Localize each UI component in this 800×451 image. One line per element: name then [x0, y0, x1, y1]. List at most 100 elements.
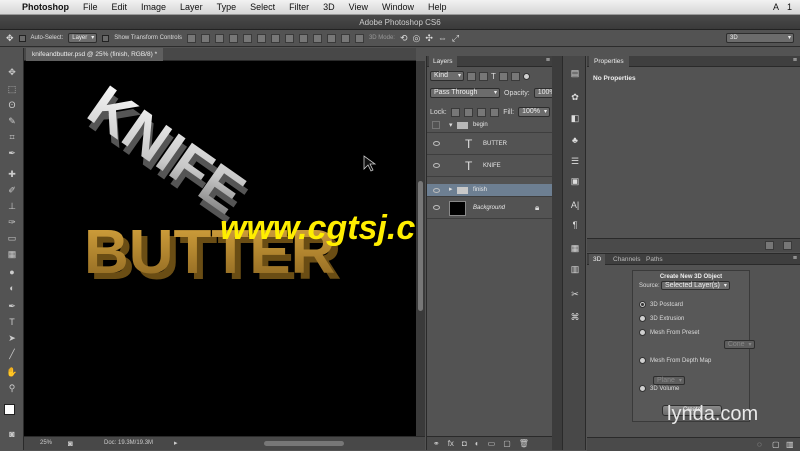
layer-row-finish[interactable]: ▸ finish: [427, 184, 553, 197]
menu-help[interactable]: Help: [421, 2, 454, 12]
visibility-off-icon[interactable]: [432, 121, 440, 129]
auto-select-dropdown[interactable]: Layer: [68, 33, 98, 43]
horizontal-scroll-thumb[interactable]: [264, 441, 344, 446]
canvas-vertical-scrollbar[interactable]: [416, 61, 425, 436]
scale-3d-icon[interactable]: ⤢: [452, 33, 459, 44]
menu-app[interactable]: Photoshop: [15, 2, 76, 12]
transform-controls-checkbox[interactable]: [102, 34, 110, 42]
filter-pixel-icon[interactable]: [467, 71, 476, 81]
menu-layer[interactable]: Layer: [173, 2, 210, 12]
new-group-icon[interactable]: ▭: [488, 439, 496, 448]
collapse-group-icon[interactable]: ▸: [449, 185, 453, 193]
option-mesh-preset[interactable]: Mesh From Preset: [639, 329, 699, 336]
clone-stamp-icon[interactable]: ⊥: [5, 200, 19, 212]
move-icon[interactable]: ✥: [5, 66, 19, 78]
layers-tab[interactable]: Layers: [429, 56, 457, 67]
adjustment-layer-icon[interactable]: ◐: [475, 439, 480, 448]
menu-file[interactable]: File: [76, 2, 105, 12]
lock-transparent-icon[interactable]: [450, 107, 460, 117]
trash-icon[interactable]: ▥: [786, 440, 794, 449]
layer-row-knife[interactable]: T KNIFE: [427, 156, 553, 177]
menu-3d[interactable]: 3D: [316, 2, 342, 12]
path-select-icon[interactable]: ➤: [5, 332, 19, 344]
shape-icon[interactable]: ╱: [5, 348, 19, 360]
option-depth-map[interactable]: Mesh From Depth Map: [639, 357, 711, 364]
status-info-icon[interactable]: ◙: [68, 439, 73, 448]
tab-channels[interactable]: Channels: [609, 254, 644, 265]
drag-3d-icon[interactable]: ✣: [425, 33, 433, 44]
menu-type[interactable]: Type: [210, 2, 244, 12]
distribute-top-icon[interactable]: [270, 33, 280, 43]
tab-3d[interactable]: 3D: [589, 254, 606, 265]
distribute-center-icon[interactable]: [326, 33, 336, 43]
eraser-icon[interactable]: ▭: [5, 232, 19, 244]
new-layer-icon[interactable]: ▢: [503, 439, 511, 448]
distribute-middle-icon[interactable]: [284, 33, 294, 43]
align-middle-icon[interactable]: [200, 33, 210, 43]
document-tab[interactable]: knifeandbutter.psd @ 25% (finish, RGB/8)…: [26, 48, 164, 61]
document-canvas[interactable]: BUTTER BUTTER KNIFE KNIFE www.cgtsj.com: [24, 61, 416, 436]
blur-icon[interactable]: ●: [5, 266, 19, 278]
eye-icon[interactable]: [433, 188, 440, 193]
layer-row-begin[interactable]: ▾ begin: [427, 119, 553, 133]
quick-mask-icon[interactable]: ◙: [5, 428, 19, 440]
filter-kind-dropdown[interactable]: Kind: [430, 71, 464, 81]
type-icon[interactable]: T: [5, 316, 19, 328]
filter-adjust-icon[interactable]: [479, 71, 488, 81]
foreground-color-swatch[interactable]: [4, 404, 15, 415]
zoom-level[interactable]: 25%: [40, 440, 52, 446]
marquee-icon[interactable]: ⬚: [5, 83, 19, 95]
timeline-icon[interactable]: ⌘: [569, 312, 581, 323]
menu-image[interactable]: Image: [134, 2, 173, 12]
align-left-icon[interactable]: [228, 33, 238, 43]
paragraph-icon[interactable]: ¶: [569, 220, 581, 231]
radio-mesh-preset[interactable]: [639, 329, 646, 336]
move-tool-icon[interactable]: ✥: [6, 33, 14, 44]
slide-3d-icon[interactable]: ⇔: [438, 33, 447, 43]
filter-smart-icon[interactable]: [510, 71, 520, 81]
tools-3d-icon[interactable]: ✂: [569, 289, 581, 300]
clip-icon[interactable]: [765, 241, 774, 250]
preset-dropdown[interactable]: Cone: [723, 340, 755, 349]
option-3d-extrusion[interactable]: 3D Extrusion: [639, 315, 684, 322]
fill-field[interactable]: 100%: [518, 107, 550, 117]
layer-name[interactable]: BUTTER: [483, 141, 507, 147]
dodge-icon[interactable]: ◐: [5, 282, 19, 294]
lock-image-icon[interactable]: [463, 107, 473, 117]
eye-icon[interactable]: [433, 205, 440, 210]
layer-row-butter[interactable]: T BUTTER: [427, 134, 553, 155]
option-3d-postcard[interactable]: 3D Postcard: [639, 301, 683, 308]
align-center-icon[interactable]: [242, 33, 252, 43]
link-layers-icon[interactable]: ⚭: [433, 439, 440, 448]
radio-3d-postcard[interactable]: [639, 301, 646, 308]
new-light-icon[interactable]: ◌: [757, 440, 762, 449]
scrollbar-thumb[interactable]: [418, 181, 423, 311]
filter-toggle-icon[interactable]: [522, 72, 530, 80]
roll-3d-icon[interactable]: ◎: [413, 33, 421, 44]
align-bottom-icon[interactable]: [214, 33, 224, 43]
depth-map-dropdown[interactable]: Plane: [653, 376, 685, 385]
menu-edit[interactable]: Edit: [105, 2, 135, 12]
crop-icon[interactable]: ⌗: [5, 131, 19, 143]
panel-menu-icon[interactable]: ≡: [793, 255, 797, 262]
lock-all-icon[interactable]: [489, 107, 499, 117]
brush-preset-icon[interactable]: ♣: [569, 135, 581, 146]
source-dropdown[interactable]: Selected Layer(s): [661, 281, 730, 290]
auto-select-checkbox[interactable]: [18, 34, 26, 42]
layer-row-background[interactable]: Background 🔒︎: [427, 198, 553, 219]
distribute-bottom-icon[interactable]: [298, 33, 308, 43]
menu-filter[interactable]: Filter: [282, 2, 316, 12]
status-arrow-icon[interactable]: ▸: [174, 439, 178, 447]
add-mask-icon[interactable]: ◘: [462, 439, 467, 448]
layer-name[interactable]: finish: [473, 187, 487, 193]
panel-menu-icon[interactable]: ≡: [793, 57, 797, 64]
eye-icon[interactable]: [433, 141, 440, 146]
hand-icon[interactable]: ✋: [5, 366, 19, 378]
menu-view[interactable]: View: [342, 2, 375, 12]
menu-window[interactable]: Window: [375, 2, 421, 12]
character-icon[interactable]: A|: [569, 200, 581, 211]
eye-icon[interactable]: [433, 163, 440, 168]
radio-3d-extrusion[interactable]: [639, 315, 646, 322]
notes-icon[interactable]: ▥: [569, 264, 581, 275]
tool-presets-icon[interactable]: ☰: [569, 156, 581, 167]
